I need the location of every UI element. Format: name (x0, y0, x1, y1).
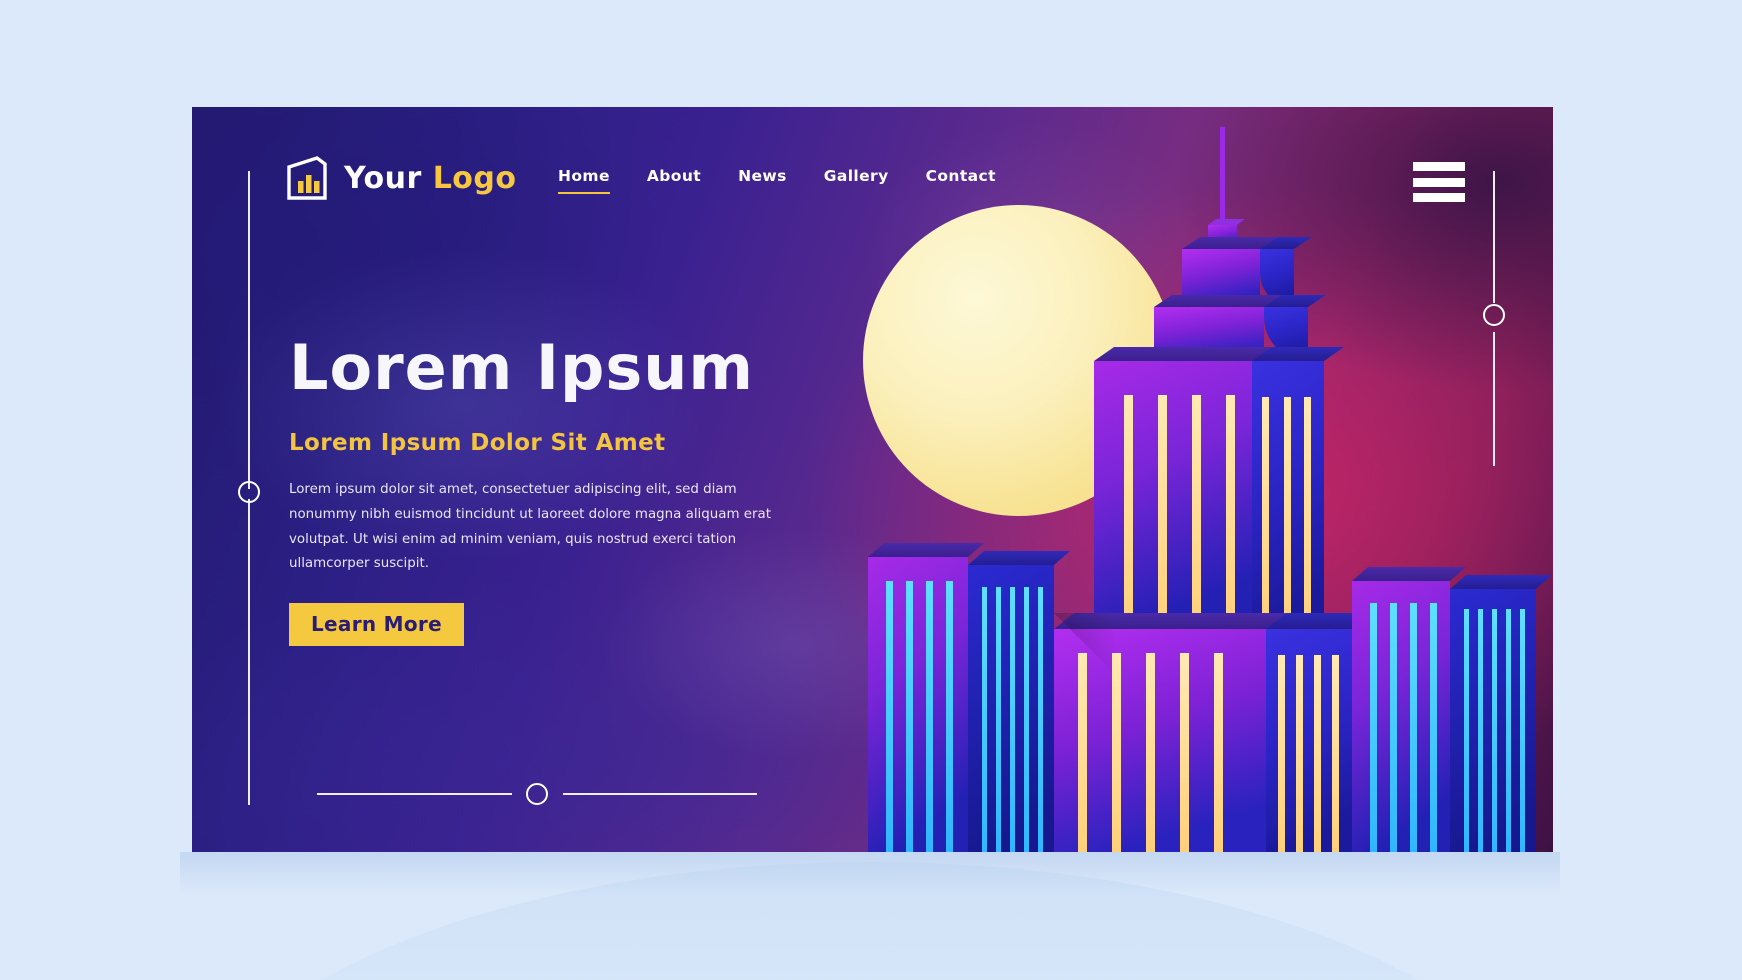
hamburger-bar-3 (1413, 193, 1465, 202)
ground-wave-fade (180, 852, 1560, 896)
ground-wave-arc (180, 862, 1560, 980)
right-rail-lower-line (1493, 332, 1495, 466)
hero-description: Lorem ipsum dolor sit amet, consectetuer… (289, 482, 771, 572)
left-rail-lower-line (248, 499, 250, 805)
slider-track-right (563, 793, 757, 795)
brand-name-part1: Your (344, 160, 422, 196)
hamburger-bar-1 (1413, 162, 1465, 171)
brand-name-part2: Logo (432, 160, 517, 196)
hamburger-bar-2 (1413, 177, 1465, 187)
bottom-slider[interactable] (317, 783, 757, 805)
slider-track-left (317, 793, 512, 795)
nav-item-contact[interactable]: Contact (926, 167, 996, 194)
main-navigation: Home About News Gallery Contact (558, 167, 996, 194)
hero-content: Lorem Ipsum Lorem Ipsum Dolor Sit Amet L… (289, 331, 849, 647)
brand-logo[interactable]: Your Logo (284, 155, 517, 201)
page-root: Your Logo Home About News Gallery Contac… (0, 0, 1742, 980)
hero-title: Lorem Ipsum (289, 331, 755, 404)
nav-item-news[interactable]: News (738, 167, 787, 194)
slider-knob[interactable] (526, 783, 548, 805)
nav-item-home[interactable]: Home (558, 167, 610, 194)
building-bar-chart-icon (287, 156, 327, 200)
ground-wave-decoration (0, 852, 1742, 980)
nav-item-gallery[interactable]: Gallery (824, 167, 889, 194)
hero-subtitle: Lorem Ipsum Dolor Sit Amet (289, 430, 666, 457)
brand-name: Your Logo (344, 161, 517, 196)
right-rail-dot[interactable] (1483, 304, 1505, 326)
hero-banner: Your Logo Home About News Gallery Contac… (192, 107, 1553, 852)
learn-more-button[interactable]: Learn More (289, 603, 464, 647)
left-rail-upper-line (248, 171, 250, 489)
nav-item-about[interactable]: About (647, 167, 701, 194)
hamburger-menu-icon[interactable] (1413, 162, 1465, 202)
right-rail-upper-line (1493, 171, 1495, 303)
